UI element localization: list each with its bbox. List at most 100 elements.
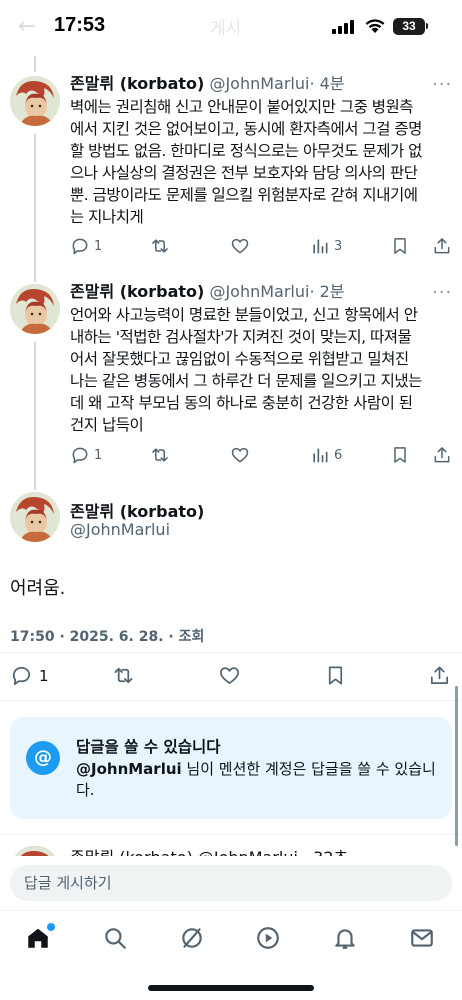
reply-button[interactable]: 1 <box>70 445 102 465</box>
tab-grok[interactable] <box>179 925 209 955</box>
main-tweet-meta: 17:50 · 2025. 6. 28. · 조회 <box>10 629 205 645</box>
notice-desc-text: 님이 멘션한 계정은 답글을 쓸 수 있습니 <box>181 760 436 778</box>
main-avatar[interactable] <box>10 492 60 542</box>
reply-button[interactable]: 1 <box>70 236 102 256</box>
share-icon <box>430 666 449 685</box>
reply-permission-notice: @ 답글을 쓸 수 있습니다 @JohnMarlui 님이 멘션한 계정은 답글… <box>10 717 452 819</box>
tweet-header: 존말뤼 (korbato) @JohnMarlui· 2분 <box>70 282 345 302</box>
tweet-actions: 1 3 <box>70 236 454 258</box>
faded-page-title: 게시 <box>210 19 242 39</box>
notice-desc-end: 다. <box>76 781 95 799</box>
repost-button[interactable] <box>150 445 170 465</box>
thread-line <box>34 56 36 72</box>
author-name[interactable]: 존말뤼 (korbato) <box>70 74 204 93</box>
reply-button[interactable]: 1 <box>10 664 49 687</box>
tweet-actions: 1 6 <box>70 445 454 467</box>
views-chart-icon <box>313 448 328 463</box>
bookmark-icon <box>394 238 406 254</box>
share-icon <box>434 447 450 463</box>
bookmark-button[interactable] <box>390 445 410 465</box>
author-handle[interactable]: @JohnMarlui <box>209 74 309 93</box>
reply-icon <box>72 447 88 464</box>
views-button[interactable]: 3 <box>310 236 342 256</box>
thread-tweet[interactable]: 존말뤼 (korbato) @JohnMarlui· 4분 ··· 벽에는 권리… <box>0 74 462 264</box>
view-count: 3 <box>334 238 343 254</box>
share-button[interactable] <box>432 236 452 256</box>
tweet-line: 으나 사실상의 결정권은 전부 보호자와 담당 의사의 판단 <box>70 164 418 182</box>
tweet-line: 에서 지킨 것은 없어보이고, 동시에 환자측에서 그걸 증명 <box>70 120 422 138</box>
share-button[interactable] <box>432 445 452 465</box>
tweet-time[interactable]: · 4분 <box>309 74 344 93</box>
tab-video[interactable] <box>255 925 285 955</box>
share-button[interactable] <box>428 664 451 687</box>
search-icon <box>105 928 126 949</box>
tweet-header: 존말뤼 (korbato) @JohnMarlui· 4분 <box>70 74 345 94</box>
reply-icon <box>12 666 31 685</box>
avatar[interactable] <box>10 284 60 334</box>
author-handle[interactable]: @JohnMarlui <box>209 282 309 301</box>
divider <box>0 700 462 701</box>
main-tweet-text: 어려움. <box>10 578 66 599</box>
bookmark-icon <box>394 447 406 463</box>
view-count: 6 <box>334 447 343 463</box>
tweet-line: 할 방법도 없음. 한마디로 정식으로는 아무것도 문제가 없 <box>70 142 422 160</box>
notice-handle[interactable]: @JohnMarlui <box>76 760 182 778</box>
scrollbar[interactable] <box>455 686 458 846</box>
repost-icon <box>152 239 168 253</box>
tab-search[interactable] <box>102 925 132 955</box>
main-author-name[interactable]: 존말뤼 (korbato) <box>70 498 204 522</box>
tab-notifications[interactable] <box>332 925 362 955</box>
reply-composer-bar: 답글 게시하기 <box>0 856 462 910</box>
author-name[interactable]: 존말뤼 (korbato) <box>70 282 204 301</box>
tweet-time[interactable]: · 2분 <box>309 282 344 301</box>
reply-count: 1 <box>94 447 103 463</box>
back-arrow-icon[interactable]: ← <box>18 14 36 39</box>
like-button[interactable] <box>230 236 250 256</box>
divider <box>0 834 462 835</box>
status-bar: ← 게시 17:53 33 <box>0 0 462 56</box>
battery-icon: 33 <box>393 18 425 35</box>
messages-icon <box>411 929 433 947</box>
repost-button[interactable] <box>112 664 135 687</box>
tweet-line: 건지 납득이 <box>70 416 144 434</box>
bookmark-button[interactable] <box>324 664 347 687</box>
repost-button[interactable] <box>150 236 170 256</box>
bookmark-icon <box>328 666 343 685</box>
notice-title: 답글을 쓸 수 있습니다 <box>76 738 221 756</box>
share-icon <box>434 238 450 254</box>
thread-tweet[interactable]: 존말뤼 (korbato) @JohnMarlui· 2분 ··· 언어와 사고… <box>0 282 462 472</box>
more-options-icon[interactable]: ··· <box>432 282 452 303</box>
main-author-handle[interactable]: @JohnMarlui <box>70 520 170 539</box>
more-options-icon[interactable]: ··· <box>432 74 452 95</box>
tweet-line: 언어와 사고능력이 명료한 분들이었고, 신고 항목에서 안 <box>70 306 418 324</box>
home-indicator <box>148 985 314 991</box>
cellular-signal-icon <box>332 20 356 34</box>
like-button[interactable] <box>218 664 241 687</box>
reply-icon <box>72 238 88 255</box>
tweet-line: 는 지나치게 <box>70 208 144 226</box>
mention-at-icon: @ <box>26 741 60 775</box>
tweet-line: 내하는 '적법한 검사절차'가 지켜진 것이 맞는지, 따져물 <box>70 328 412 346</box>
views-chart-icon <box>313 239 328 254</box>
notifications-icon <box>335 929 355 949</box>
wifi-icon <box>365 19 385 33</box>
tab-messages[interactable] <box>409 925 439 955</box>
status-time: 17:53 <box>54 14 106 36</box>
main-tweet-actions: 1 <box>10 664 450 688</box>
views-button[interactable]: 6 <box>310 445 342 465</box>
tweet-line: 어서 잘못했다고 끊임없이 수동적으로 위협받고 밀쳐진 <box>70 350 409 368</box>
bookmark-button[interactable] <box>390 236 410 256</box>
divider <box>0 652 462 653</box>
heart-icon <box>231 447 249 463</box>
repost-icon <box>152 448 168 462</box>
reply-count: 1 <box>39 666 49 685</box>
grok-icon <box>182 928 202 948</box>
avatar[interactable] <box>10 76 60 126</box>
battery-nub <box>426 23 428 29</box>
tab-home[interactable] <box>25 923 55 955</box>
new-content-dot <box>47 923 55 931</box>
heart-icon <box>220 667 239 685</box>
tweet-text: 벽에는 권리침해 신고 안내문이 붙어있지만 그중 병원측 에서 지킨 것은 없… <box>70 96 454 228</box>
reply-input[interactable]: 답글 게시하기 <box>10 865 452 901</box>
like-button[interactable] <box>230 445 250 465</box>
